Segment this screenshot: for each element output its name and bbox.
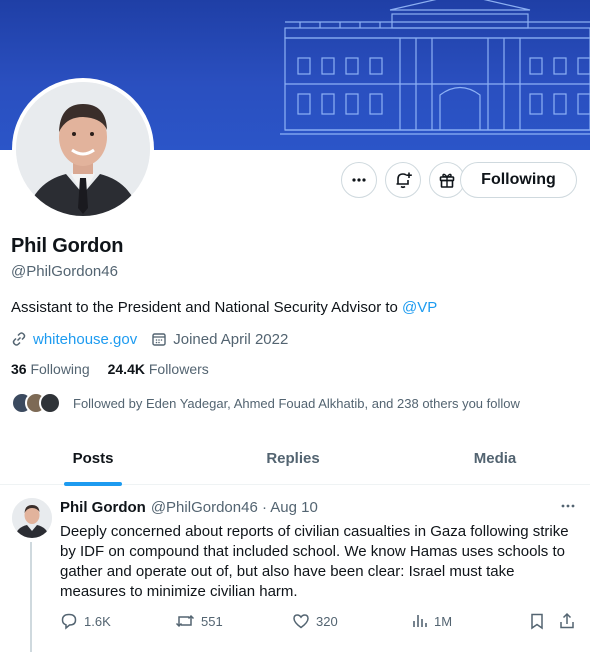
share-button[interactable] [558, 610, 582, 632]
tweet-more-button[interactable] [556, 496, 580, 516]
tweet-text: Deeply concerned about reports of civili… [60, 523, 569, 600]
share-icon [560, 612, 574, 629]
followed-by-text: Followed by Eden Yadegar, Ahmed Fouad Al… [73, 395, 520, 411]
profile-handle: @PhilGordon46 [11, 263, 118, 280]
tweet-actions: 1.6K 551 320 1M [60, 610, 580, 632]
bio-mention-link[interactable]: @VP [402, 299, 437, 316]
more-icon [561, 504, 575, 508]
tweet-avatar[interactable] [12, 498, 52, 538]
gift-icon [439, 173, 455, 188]
follow-counts: 36 Following 24.4K Followers [11, 361, 209, 377]
follower-avatar [39, 392, 61, 414]
more-options-button[interactable] [341, 162, 377, 198]
reply-icon [61, 613, 77, 630]
tab-posts[interactable]: Posts [38, 432, 148, 486]
repost-icon [175, 614, 195, 628]
profile-meta: whitehouse.gov Joined April 2022 [11, 329, 288, 349]
thread-line [30, 542, 32, 652]
profile-avatar[interactable] [12, 78, 154, 220]
tweet-meta[interactable]: @PhilGordon46 · Aug 10 [151, 499, 318, 516]
followed-by-row[interactable]: Followed by Eden Yadegar, Ahmed Fouad Al… [11, 392, 520, 414]
website-link[interactable]: whitehouse.gov [33, 331, 137, 348]
bio-text: Assistant to the President and National … [11, 299, 403, 316]
tab-replies[interactable]: Replies [238, 432, 348, 485]
joined-date: Joined April 2022 [173, 330, 289, 348]
bookmark-icon [531, 613, 543, 630]
repost-button[interactable]: 551 [175, 610, 223, 632]
person-portrait-icon [16, 82, 150, 216]
tweet[interactable]: Phil Gordon @PhilGordon46 · Aug 10 Deepl… [0, 486, 590, 652]
person-portrait-icon [12, 498, 52, 538]
views-count: 1M [434, 613, 453, 629]
bookmark-button[interactable] [528, 610, 552, 632]
link-icon [12, 332, 26, 346]
views-icon [413, 615, 427, 627]
tweet-header: Phil Gordon @PhilGordon46 · Aug 10 [60, 499, 318, 516]
more-icon [352, 178, 366, 182]
like-count: 320 [316, 613, 338, 629]
tab-media[interactable]: Media [440, 432, 550, 485]
like-button[interactable]: 320 [292, 610, 338, 632]
following-count-link[interactable]: 36 Following [11, 361, 90, 377]
profile-bio: Assistant to the President and National … [11, 299, 437, 316]
profile-name: Phil Gordon [11, 235, 124, 257]
views-button[interactable]: 1M [410, 610, 452, 632]
following-button[interactable]: Following [460, 162, 577, 198]
reply-button[interactable]: 1.6K [60, 610, 111, 632]
profile-tabs: Posts Replies Media [0, 432, 590, 486]
bell-plus-icon [396, 172, 412, 189]
repost-count: 551 [201, 613, 223, 629]
heart-icon [293, 614, 309, 629]
notifications-button[interactable] [385, 162, 421, 198]
reply-count: 1.6K [84, 613, 111, 629]
calendar-icon [152, 333, 166, 346]
tweet-author-name[interactable]: Phil Gordon [60, 499, 146, 516]
followers-count-link[interactable]: 24.4K Followers [108, 361, 209, 377]
